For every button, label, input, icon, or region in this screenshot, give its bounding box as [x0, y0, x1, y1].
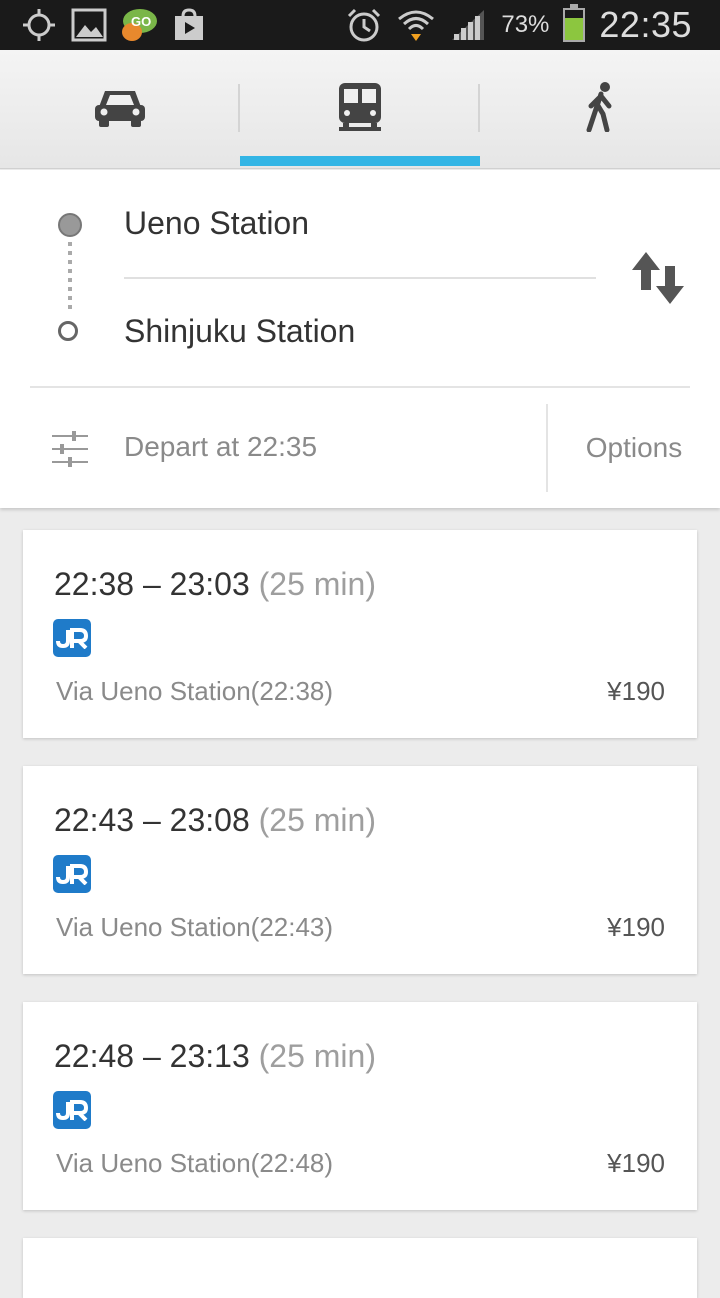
jr-logo-icon: [53, 619, 91, 657]
destination-field[interactable]: Shinjuku Station: [124, 313, 355, 350]
result-via: Via Ueno Station(22:38): [56, 676, 334, 706]
train-icon: [337, 81, 383, 138]
route-result-card[interactable]: 22:48 – 23:13 (25 min) Via Ueno Station(…: [23, 1002, 697, 1210]
result-duration: (25 min): [258, 1038, 376, 1074]
tab-drive[interactable]: [0, 50, 240, 168]
route-result-card[interactable]: 22:38 – 23:03 (25 min) Via Ueno Station(…: [23, 530, 697, 738]
tab-walk[interactable]: [480, 50, 720, 168]
result-times: 22:43 – 23:08 (25 min): [54, 802, 376, 839]
origin-marker-icon: [58, 213, 82, 237]
play-store-icon: [170, 6, 208, 44]
jr-logo-icon: [53, 1091, 91, 1129]
walk-icon: [583, 81, 617, 137]
travel-mode-tabs: [0, 50, 720, 169]
gallery-icon: [70, 6, 108, 44]
go-sms-icon: GO: [120, 6, 158, 44]
result-fare: ¥190: [607, 676, 665, 706]
result-fare: ¥190: [607, 1148, 665, 1178]
status-clock: 22:35: [599, 4, 692, 45]
route-connector: [68, 242, 72, 314]
jr-logo-icon: [53, 855, 91, 893]
result-fare: ¥190: [607, 912, 665, 942]
result-times: 22:48 – 23:13 (25 min): [54, 1038, 376, 1075]
signal-icon: [449, 6, 487, 44]
wifi-icon: [397, 6, 435, 44]
gps-icon: [20, 6, 58, 44]
alarm-icon: [345, 6, 383, 44]
result-time-range: 22:48 – 23:13: [54, 1038, 250, 1074]
tab-transit[interactable]: [240, 50, 480, 168]
swap-arrows-icon: [628, 252, 688, 310]
selected-tab-indicator: [240, 156, 480, 166]
origin-field[interactable]: Ueno Station: [124, 205, 309, 242]
sliders-icon: [50, 430, 90, 468]
result-duration: (25 min): [258, 802, 376, 838]
result-via: Via Ueno Station(22:43): [56, 912, 334, 942]
result-time-range: 22:38 – 23:03: [54, 566, 250, 602]
field-divider: [124, 277, 596, 279]
car-icon: [93, 85, 147, 134]
depart-time-label: Depart at 22:35: [124, 431, 318, 462]
battery-icon: [563, 4, 586, 42]
battery-percent: 73%: [501, 11, 550, 38]
status-bar: GO 73% 22:35: [0, 0, 720, 50]
result-times: 22:38 – 23:03 (25 min): [54, 566, 376, 603]
result-via: Via Ueno Station(22:48): [56, 1148, 334, 1178]
route-result-card[interactable]: 22:43 – 23:08 (25 min) Via Ueno Station(…: [23, 766, 697, 974]
swap-button[interactable]: [628, 250, 688, 306]
card-divider: [30, 386, 690, 388]
result-time-range: 22:43 – 23:08: [54, 802, 250, 838]
route-result-card-partial[interactable]: [23, 1238, 697, 1298]
destination-marker-icon: [58, 321, 78, 341]
svg-text:GO: GO: [131, 14, 151, 29]
options-button[interactable]: Options: [548, 398, 720, 498]
result-duration: (25 min): [258, 566, 376, 602]
